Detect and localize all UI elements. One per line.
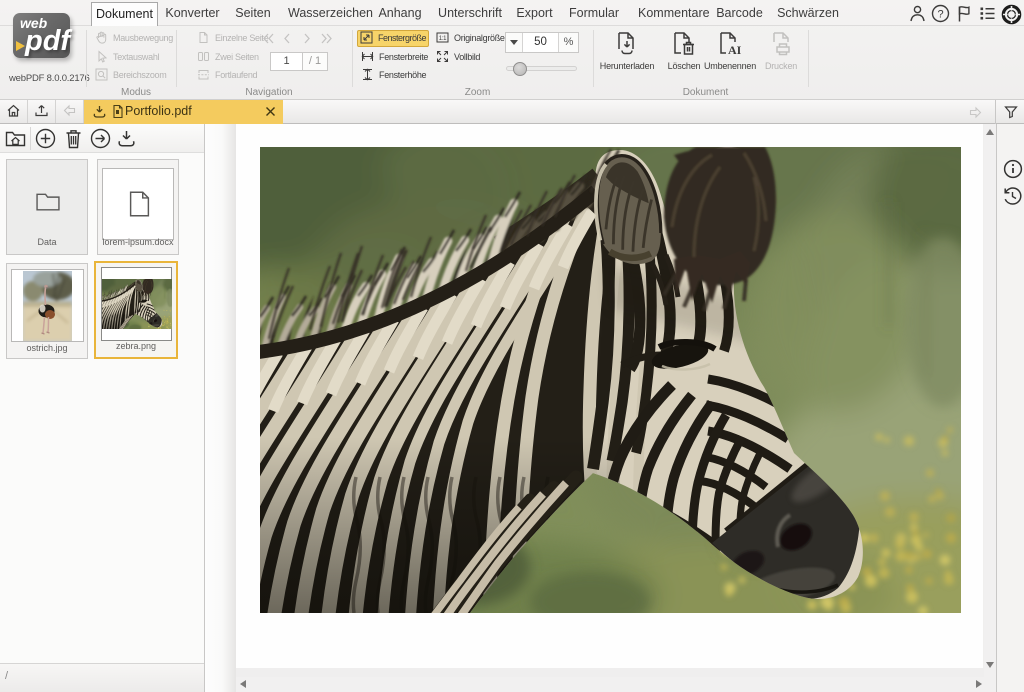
svg-text:?: ?	[937, 8, 943, 20]
svg-text:AI: AI	[728, 43, 742, 57]
svg-text:1:1: 1:1	[439, 36, 447, 42]
